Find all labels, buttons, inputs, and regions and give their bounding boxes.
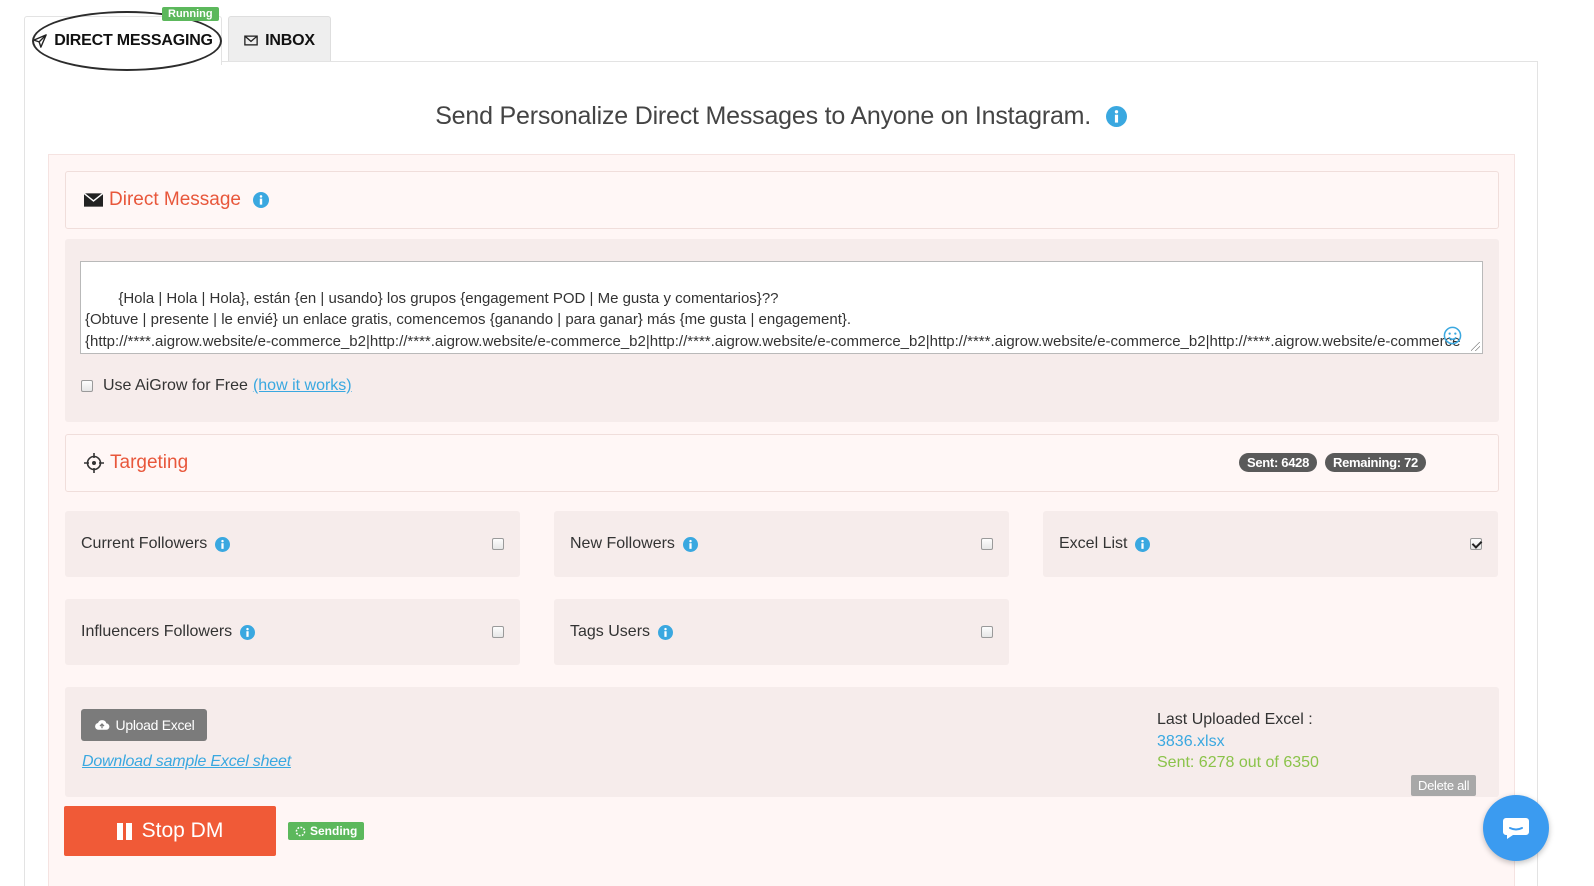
info-circle-icon[interactable] — [658, 624, 674, 640]
info-circle-icon[interactable] — [240, 624, 256, 640]
crosshair-icon — [84, 453, 104, 473]
last-uploaded-label: Last Uploaded Excel : — [1157, 711, 1313, 728]
stop-dm-button[interactable]: Stop DM — [64, 806, 276, 856]
message-text: {Hola | Hola | Hola}, están {en | usando… — [85, 289, 1461, 350]
new-followers-checkbox[interactable] — [981, 538, 993, 550]
sending-badge: Sending — [288, 822, 365, 840]
running-badge: Running — [162, 7, 219, 21]
chat-widget-button[interactable] — [1483, 795, 1549, 861]
envelope-icon — [244, 35, 258, 46]
sent-count-pill: Sent: 6428 — [1238, 453, 1318, 472]
targeting-stats: Sent: 6428 Remaining: 72 — [1231, 453, 1426, 472]
option-new-followers[interactable]: New Followers — [554, 511, 1009, 577]
info-circle-icon[interactable] — [253, 192, 269, 208]
tab-inbox[interactable]: INBOX — [228, 16, 331, 64]
page-title: Send Personalize Direct Messages to Anyo… — [25, 102, 1537, 131]
last-uploaded-info: Last Uploaded Excel : 3836.xlsx Sent: 62… — [1157, 709, 1319, 774]
sending-label: Sending — [310, 824, 358, 838]
remaining-count-pill: Remaining: 72 — [1325, 453, 1426, 472]
option-current-followers[interactable]: Current Followers — [65, 511, 520, 577]
tags-users-checkbox[interactable] — [981, 626, 993, 638]
page-title-text: Send Personalize Direct Messages to Anyo… — [435, 102, 1092, 130]
option-new-followers-label: New Followers — [570, 535, 675, 552]
last-uploaded-file[interactable]: 3836.xlsx — [1157, 731, 1319, 753]
direct-message-header: Direct Message — [65, 171, 1499, 229]
tab-direct-messaging-label: DIRECT MESSAGING — [54, 32, 213, 49]
tab-inbox-label: INBOX — [265, 31, 315, 49]
tab-direct-messaging[interactable]: DIRECT MESSAGING — [24, 16, 222, 65]
use-free-row: Use AiGrow for Free (how it works) — [81, 377, 352, 395]
option-influencers-followers-label: Influencers Followers — [81, 623, 233, 640]
cloud-upload-icon — [94, 720, 109, 730]
stop-dm-label: Stop DM — [141, 819, 224, 842]
chat-bubble-icon — [1503, 818, 1529, 839]
info-circle-icon[interactable] — [1135, 536, 1151, 552]
use-free-label: Use AiGrow for Free — [103, 377, 248, 394]
option-tags-users[interactable]: Tags Users — [554, 599, 1009, 665]
info-circle-icon[interactable] — [682, 536, 698, 552]
message-box: {Hola | Hola | Hola}, están {en | usando… — [65, 239, 1499, 422]
envelope-icon — [84, 193, 103, 207]
info-circle-icon[interactable] — [215, 536, 231, 552]
delete-all-button[interactable]: Delete all — [1411, 775, 1477, 796]
upload-excel-label: Upload Excel — [115, 717, 195, 733]
resize-handle[interactable] — [1471, 342, 1480, 351]
option-influencers-followers[interactable]: Influencers Followers — [65, 599, 520, 665]
excel-list-checkbox[interactable] — [1470, 538, 1482, 550]
excel-upload-box: Upload Excel Download sample Excel sheet… — [65, 687, 1499, 797]
how-it-works-link[interactable]: (how it works) — [253, 377, 352, 395]
pause-icon — [116, 822, 135, 840]
message-textarea[interactable]: {Hola | Hola | Hola}, están {en | usando… — [80, 261, 1483, 354]
option-excel-list-label: Excel List — [1059, 535, 1128, 552]
form-area: Direct Message {Hola | Hola | Hola}, est… — [48, 154, 1515, 886]
influencers-followers-checkbox[interactable] — [492, 626, 504, 638]
option-tags-users-label: Tags Users — [570, 623, 651, 640]
spinner-icon — [295, 826, 306, 836]
current-followers-checkbox[interactable] — [492, 538, 504, 550]
option-current-followers-label: Current Followers — [81, 535, 208, 552]
paper-plane-icon — [33, 34, 48, 48]
main-panel: Send Personalize Direct Messages to Anyo… — [24, 61, 1538, 886]
targeting-header: Targeting Sent: 6428 Remaining: 72 — [65, 434, 1499, 492]
direct-message-title: Direct Message — [109, 189, 241, 210]
info-circle-icon[interactable] — [1105, 106, 1127, 127]
upload-excel-button[interactable]: Upload Excel — [81, 709, 207, 741]
use-free-checkbox[interactable] — [81, 380, 93, 392]
sent-status: Sent: 6278 out of 6350 — [1157, 754, 1319, 771]
option-excel-list[interactable]: Excel List — [1043, 511, 1498, 577]
targeting-title: Targeting — [110, 452, 189, 473]
smiley-icon[interactable] — [1443, 326, 1462, 345]
download-sample-link[interactable]: Download sample Excel sheet — [82, 753, 291, 771]
